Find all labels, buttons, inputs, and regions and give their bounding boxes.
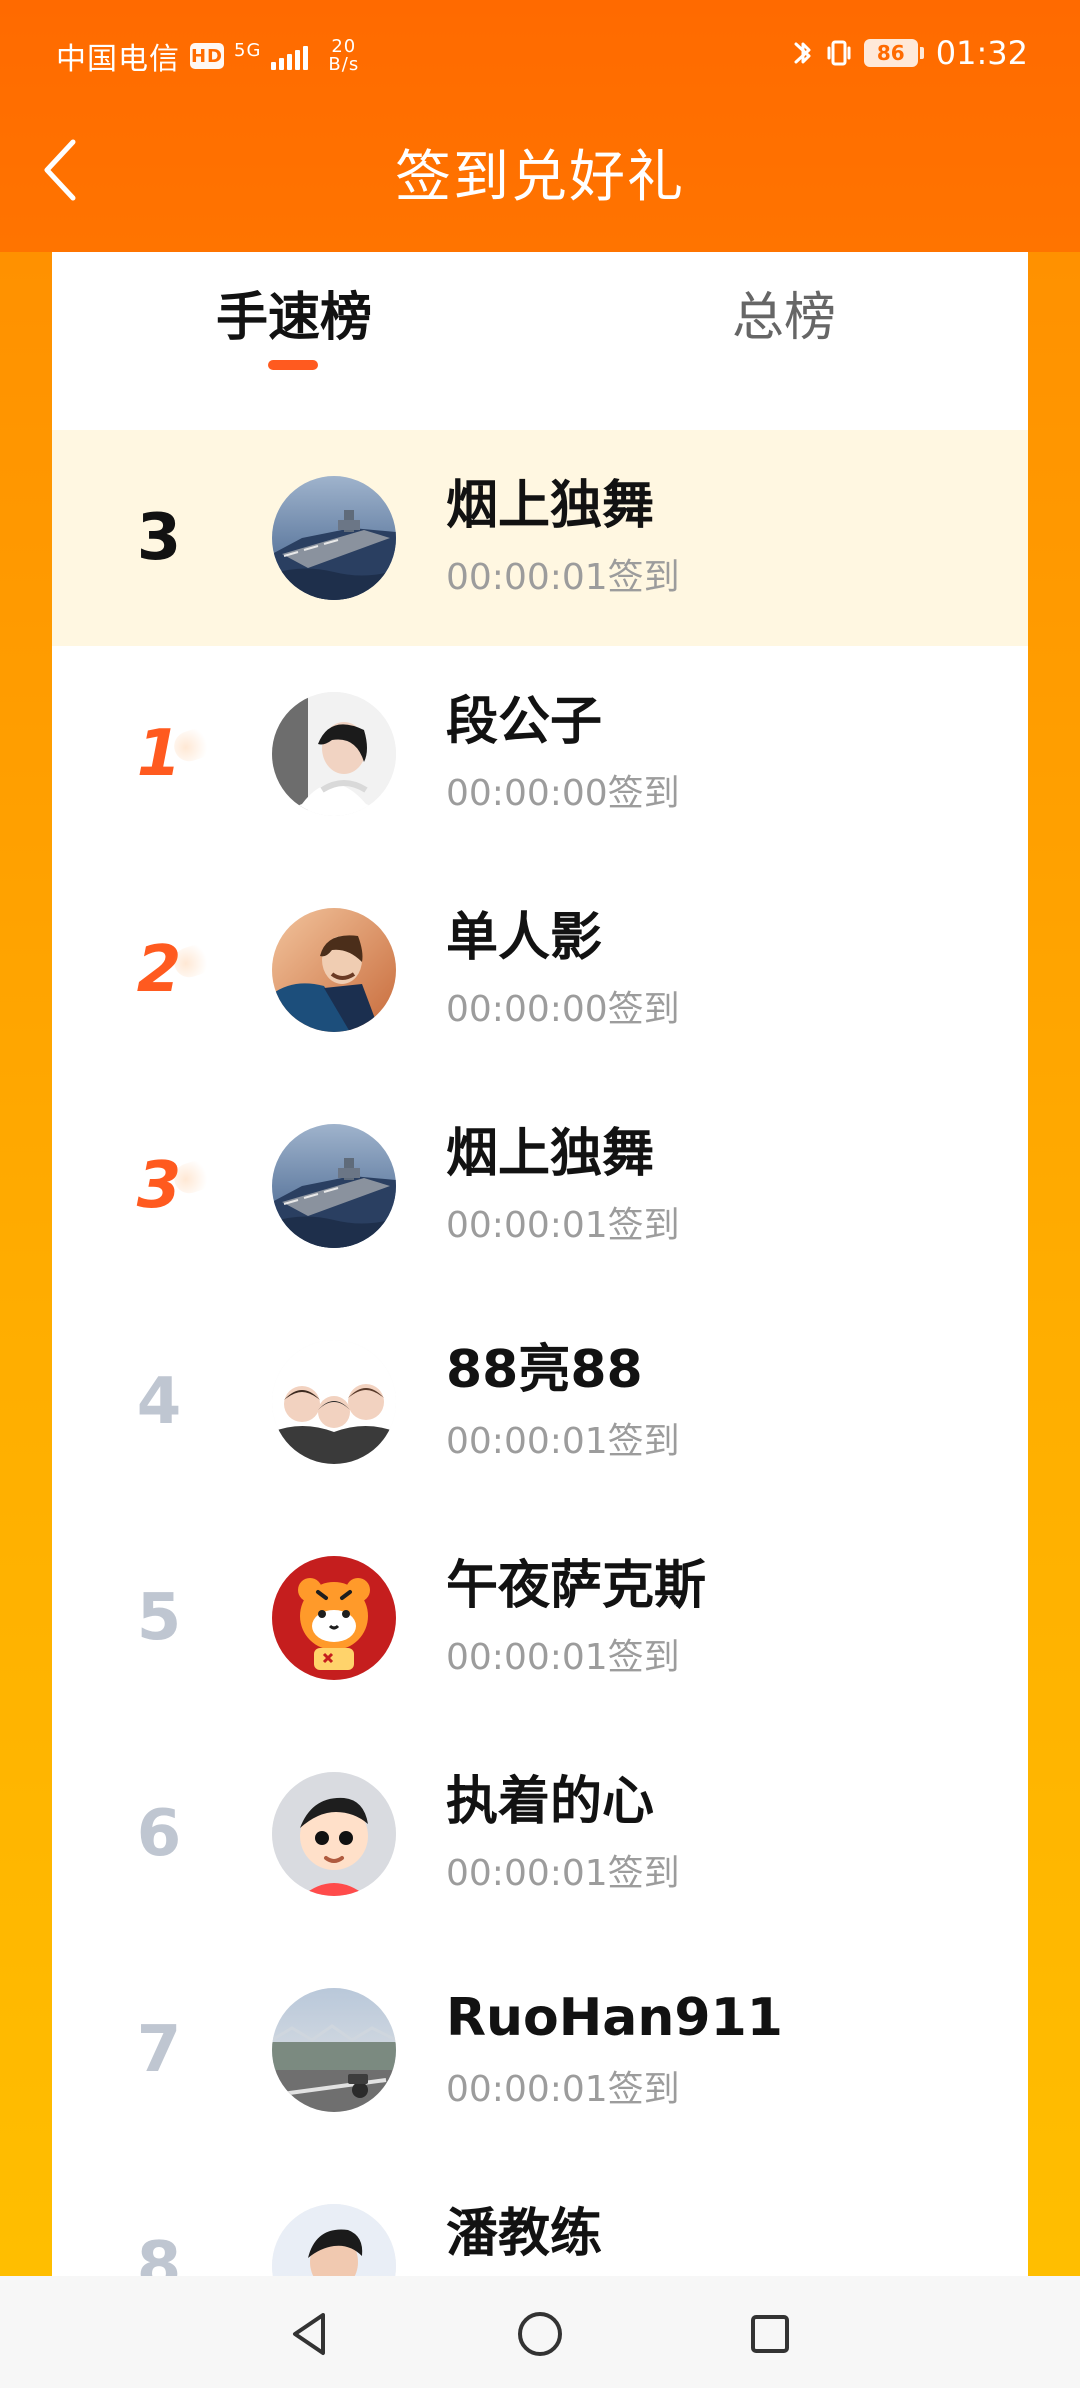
my-rank-row[interactable]: 3 烟上独舞 00:00:01签到 <box>52 430 1028 646</box>
rank-number: 7 <box>136 2013 182 2087</box>
tiger-avatar <box>272 1556 396 1680</box>
list-item[interactable]: 1 段公子 00:00:00签到 <box>52 646 1028 862</box>
status-bar-right: 86 01:32 <box>792 34 1028 72</box>
rank-number: 2 <box>104 910 214 1030</box>
road-scene-avatar <box>272 1988 396 2112</box>
recent-square-icon <box>751 2315 789 2353</box>
user-name: 午夜萨克斯 <box>446 1556 707 1616</box>
list-item[interactable]: 5 午夜萨克斯 00:00:01签到 <box>52 1510 1028 1726</box>
tab-total-ranking[interactable]: 总榜 <box>732 288 836 348</box>
user-name: 执着的心 <box>446 1772 655 1832</box>
battery-level: 86 <box>863 39 918 67</box>
network-speed: 20 B/s <box>328 38 359 74</box>
list-item[interactable]: 8 潘教练 <box>52 2158 1028 2276</box>
ranking-list: 1 段公子 00:00:00签到 2 单人影 00:00:00签到 3 烟上独舞… <box>52 646 1028 2276</box>
carrier-ship-avatar <box>272 1124 396 1248</box>
user-name: 潘教练 <box>446 2204 603 2264</box>
home-circle-icon <box>518 2312 562 2356</box>
leaderboard-tabs: 手速榜 总榜 <box>52 252 1028 432</box>
checkin-time: 00:00:01签到 <box>446 1205 680 1246</box>
page-title: 签到兑好礼 <box>395 145 685 210</box>
battery-nub <box>919 47 924 59</box>
user-name: 单人影 <box>446 908 603 968</box>
rank-number: 4 <box>136 1365 182 1439</box>
nav-back-button[interactable] <box>278 2302 342 2366</box>
user-name: 烟上独舞 <box>446 1124 655 1184</box>
my-rank-number: 3 <box>136 501 182 575</box>
my-name: 烟上独舞 <box>446 476 655 536</box>
my-checkin-time: 00:00:01签到 <box>446 557 680 598</box>
active-tab-indicator <box>268 360 318 370</box>
list-item[interactable]: 6 执着的心 00:00:01签到 <box>52 1726 1028 1942</box>
rank-number: 6 <box>136 1797 182 1871</box>
checkin-time: 00:00:01签到 <box>446 1421 680 1462</box>
bluetooth-icon <box>792 36 814 70</box>
app-header: 中国电信 HD 5G 20 B/s 86 01:32 签到兑好礼 <box>0 0 1080 252</box>
soccer-player-avatar <box>272 908 396 1032</box>
checkin-time: 00:00:01签到 <box>446 1637 680 1678</box>
user-name: RuoHan911 <box>446 1988 783 2048</box>
user-name: 段公子 <box>446 692 603 752</box>
network-speed-unit: B/s <box>328 54 360 75</box>
list-item[interactable]: 4 88亮88 00:00:01签到 <box>52 1294 1028 1510</box>
person-avatar <box>272 2204 396 2276</box>
man-portrait-avatar <box>272 692 396 816</box>
battery-icon: 86 <box>863 39 924 67</box>
checkin-time: 00:00:01签到 <box>446 1853 680 1894</box>
cartoon-boy-avatar <box>272 1772 396 1896</box>
back-triangle-icon <box>293 2313 325 2355</box>
network-type: 5G <box>234 39 262 61</box>
vibrate-icon <box>826 36 852 70</box>
rank-number: 3 <box>104 1126 214 1246</box>
checkin-time: 00:00:00签到 <box>446 989 680 1030</box>
cartoon-family-avatar <box>272 1340 396 1464</box>
checkin-time: 00:00:01签到 <box>446 2069 680 2110</box>
rank-number: 1 <box>104 694 214 814</box>
nav-home-button[interactable] <box>508 2302 572 2366</box>
status-bar-left: 中国电信 HD 5G 20 B/s <box>56 34 359 78</box>
clock: 01:32 <box>935 34 1028 72</box>
carrier-ship-avatar <box>272 476 396 600</box>
hd-badge: HD <box>190 43 224 69</box>
list-item[interactable]: 2 单人影 00:00:00签到 <box>52 862 1028 1078</box>
system-navigation-bar <box>0 2276 1080 2388</box>
rank-number: 5 <box>136 1581 182 1655</box>
carrier-name: 中国电信 <box>56 42 180 77</box>
list-item[interactable]: 7 RuoHan911 00:00:01签到 <box>52 1942 1028 2158</box>
user-name: 88亮88 <box>446 1340 643 1400</box>
tab-speed-ranking[interactable]: 手速榜 <box>216 288 372 348</box>
rank-number: 8 <box>136 2229 182 2276</box>
nav-recent-button[interactable] <box>738 2302 802 2366</box>
signal-icon <box>271 42 309 70</box>
list-item[interactable]: 3 烟上独舞 00:00:01签到 <box>52 1078 1028 1294</box>
checkin-time: 00:00:00签到 <box>446 773 680 814</box>
leaderboard-card: 手速榜 总榜 3 烟上独舞 00:00:01签到 1 段公子 00:00:00签… <box>52 252 1028 2276</box>
